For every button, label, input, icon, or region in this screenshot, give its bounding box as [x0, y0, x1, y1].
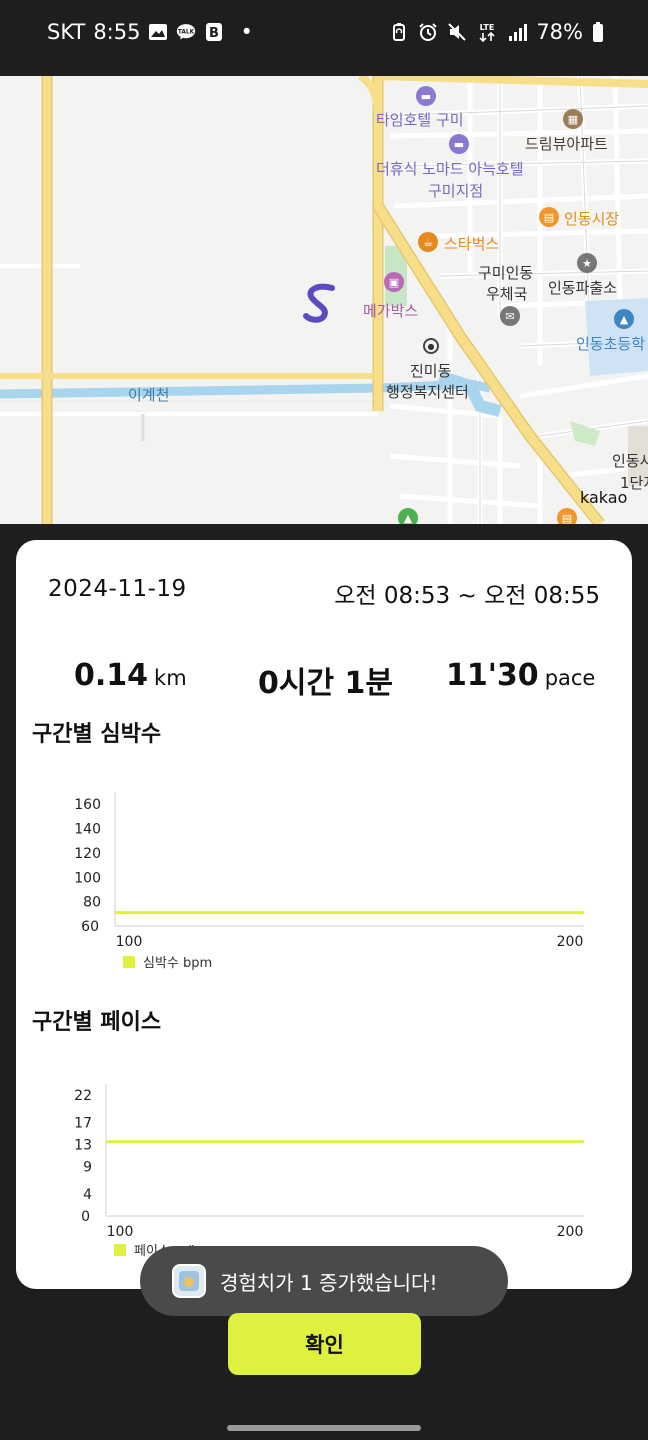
map-label-jinmi-office[interactable]: 행정복지센터: [386, 381, 469, 402]
y-tick-label: 13: [74, 1138, 92, 1154]
y-tick-label: 120: [74, 846, 101, 862]
post-office-icon[interactable]: ✉: [500, 306, 520, 326]
x-tick-label: 100: [116, 934, 143, 950]
svg-text:TALK: TALK: [178, 30, 195, 36]
x-tick-label: 200: [557, 1224, 584, 1240]
y-tick-label: 60: [81, 919, 99, 935]
hotel-icon[interactable]: ▬: [449, 134, 469, 154]
notification-dot: •: [240, 20, 253, 44]
gov-office-icon[interactable]: ●: [423, 338, 439, 354]
y-tick-label: 100: [74, 870, 101, 886]
lte-icon: LTE: [476, 22, 498, 43]
confirm-button[interactable]: 확인: [228, 1313, 421, 1375]
mute-icon: [447, 22, 467, 42]
legend-swatch: [123, 955, 135, 968]
map-label-indong-market[interactable]: 인동시장: [564, 208, 619, 229]
map-label-indong-complex[interactable]: 인동사: [612, 450, 648, 471]
map-label-post-office-2[interactable]: 우체국: [486, 283, 527, 304]
run-date: 2024-11-19: [48, 576, 187, 602]
x-tick-label: 200: [557, 934, 584, 950]
map-label-nomad-hotel[interactable]: 더휴식 노마드 아늑호텔: [376, 158, 524, 179]
pace-chart-svg: 0 4 9 13 17 22 100 200: [74, 1084, 584, 1240]
hotel-icon[interactable]: ▬: [416, 86, 436, 106]
map-label-starbucks[interactable]: 스타벅스: [444, 233, 499, 254]
map-label-jinmi[interactable]: 진미동: [410, 360, 451, 381]
route-map[interactable]: ▬ 타임호텔 구미 ▦ 드림뷰아파트 ▬ 더휴식 노마드 아늑호텔 구미지점 ▤…: [0, 76, 648, 524]
signal-icon: [507, 22, 528, 42]
gallery-icon: [148, 22, 168, 42]
run-summary-card: 2024-11-19 오전 08:53 ~ 오전 08:55 0.14 km 0시…: [16, 540, 632, 1289]
pace-value: 11'30: [446, 658, 539, 693]
y-tick-label: 80: [83, 895, 101, 911]
map-label-indong-school[interactable]: 인동초등학: [576, 333, 645, 354]
x-tick-label: 100: [107, 1224, 134, 1240]
app-icon: [172, 1264, 206, 1298]
duration-stat: 0시간 1분: [258, 666, 393, 701]
police-icon[interactable]: ★: [577, 253, 597, 273]
heart-rate-legend: 심박수 bpm: [123, 952, 212, 971]
y-tick-label: 9: [83, 1160, 92, 1176]
y-tick-label: 22: [74, 1088, 92, 1104]
battery-percent: 78%: [536, 20, 583, 44]
navigation-icon[interactable]: ▲: [398, 508, 418, 524]
heart-rate-section-title: 구간별 심박수: [32, 722, 162, 747]
run-time-range: 오전 08:53 ~ 오전 08:55: [334, 583, 600, 609]
status-bar: SKT 8:55 TALK B • LTE 78%: [0, 0, 648, 76]
legend-swatch: [114, 1243, 126, 1256]
market-icon[interactable]: ▤: [539, 207, 559, 227]
map-label-megabox[interactable]: 메가박스: [363, 300, 418, 321]
map-label-post-office[interactable]: 구미인동: [478, 262, 533, 283]
alarm-icon: [418, 22, 438, 42]
b-app-icon: B: [204, 22, 224, 42]
toast-message: 경험치가 1 증가했습니다!: [140, 1246, 508, 1316]
pace-section-title: 구간별 페이스: [32, 1010, 162, 1035]
battery-saver-icon: [389, 22, 409, 42]
map-label-dream-view[interactable]: 드림뷰아파트: [525, 133, 608, 154]
cafe-icon[interactable]: ☕: [418, 232, 438, 252]
apartment-icon[interactable]: ▦: [563, 109, 583, 129]
route-path: [303, 283, 335, 323]
kakao-logo: kakao: [580, 488, 628, 507]
svg-text:B: B: [210, 26, 220, 41]
map-label-igyecheon[interactable]: 이계천: [128, 384, 169, 405]
megabox-icon[interactable]: ▣: [384, 272, 404, 292]
map-label-nomad-hotel-branch[interactable]: 구미지점: [428, 180, 483, 201]
distance-stat: 0.14 km: [74, 658, 187, 693]
map-label-time-hotel[interactable]: 타임호텔 구미: [376, 109, 464, 130]
kakaotalk-icon: TALK: [176, 22, 196, 42]
carrier-label: SKT: [47, 20, 86, 44]
y-tick-label: 17: [74, 1116, 92, 1132]
pace-stat: 11'30 pace: [446, 658, 595, 693]
legend-label: 심박수 bpm: [143, 956, 213, 971]
pace-unit: pace: [544, 666, 596, 690]
school-icon[interactable]: ▲: [614, 309, 634, 329]
toast-text: 경험치가 1 증가했습니다!: [220, 1270, 438, 1295]
y-tick-label: 160: [74, 797, 101, 813]
y-tick-label: 4: [83, 1187, 92, 1203]
bus-icon[interactable]: ▤: [557, 508, 577, 524]
navigation-handle[interactable]: [227, 1425, 421, 1431]
heart-rate-chart: 60 80 100 120 140 160 100 200 심박수 bpm: [16, 780, 632, 980]
distance-value: 0.14: [74, 658, 149, 693]
map-label-police[interactable]: 인동파출소: [548, 277, 617, 298]
heart-rate-chart-svg: 60 80 100 120 140 160 100 200: [74, 792, 584, 950]
svg-text:LTE: LTE: [480, 23, 495, 32]
y-tick-label: 0: [81, 1209, 90, 1225]
battery-icon: [592, 22, 604, 42]
y-tick-label: 140: [74, 822, 101, 838]
clock: 8:55: [93, 20, 141, 44]
distance-unit: km: [154, 666, 187, 690]
pace-chart: 049131722100200 페이스 m/h: [16, 1070, 632, 1270]
